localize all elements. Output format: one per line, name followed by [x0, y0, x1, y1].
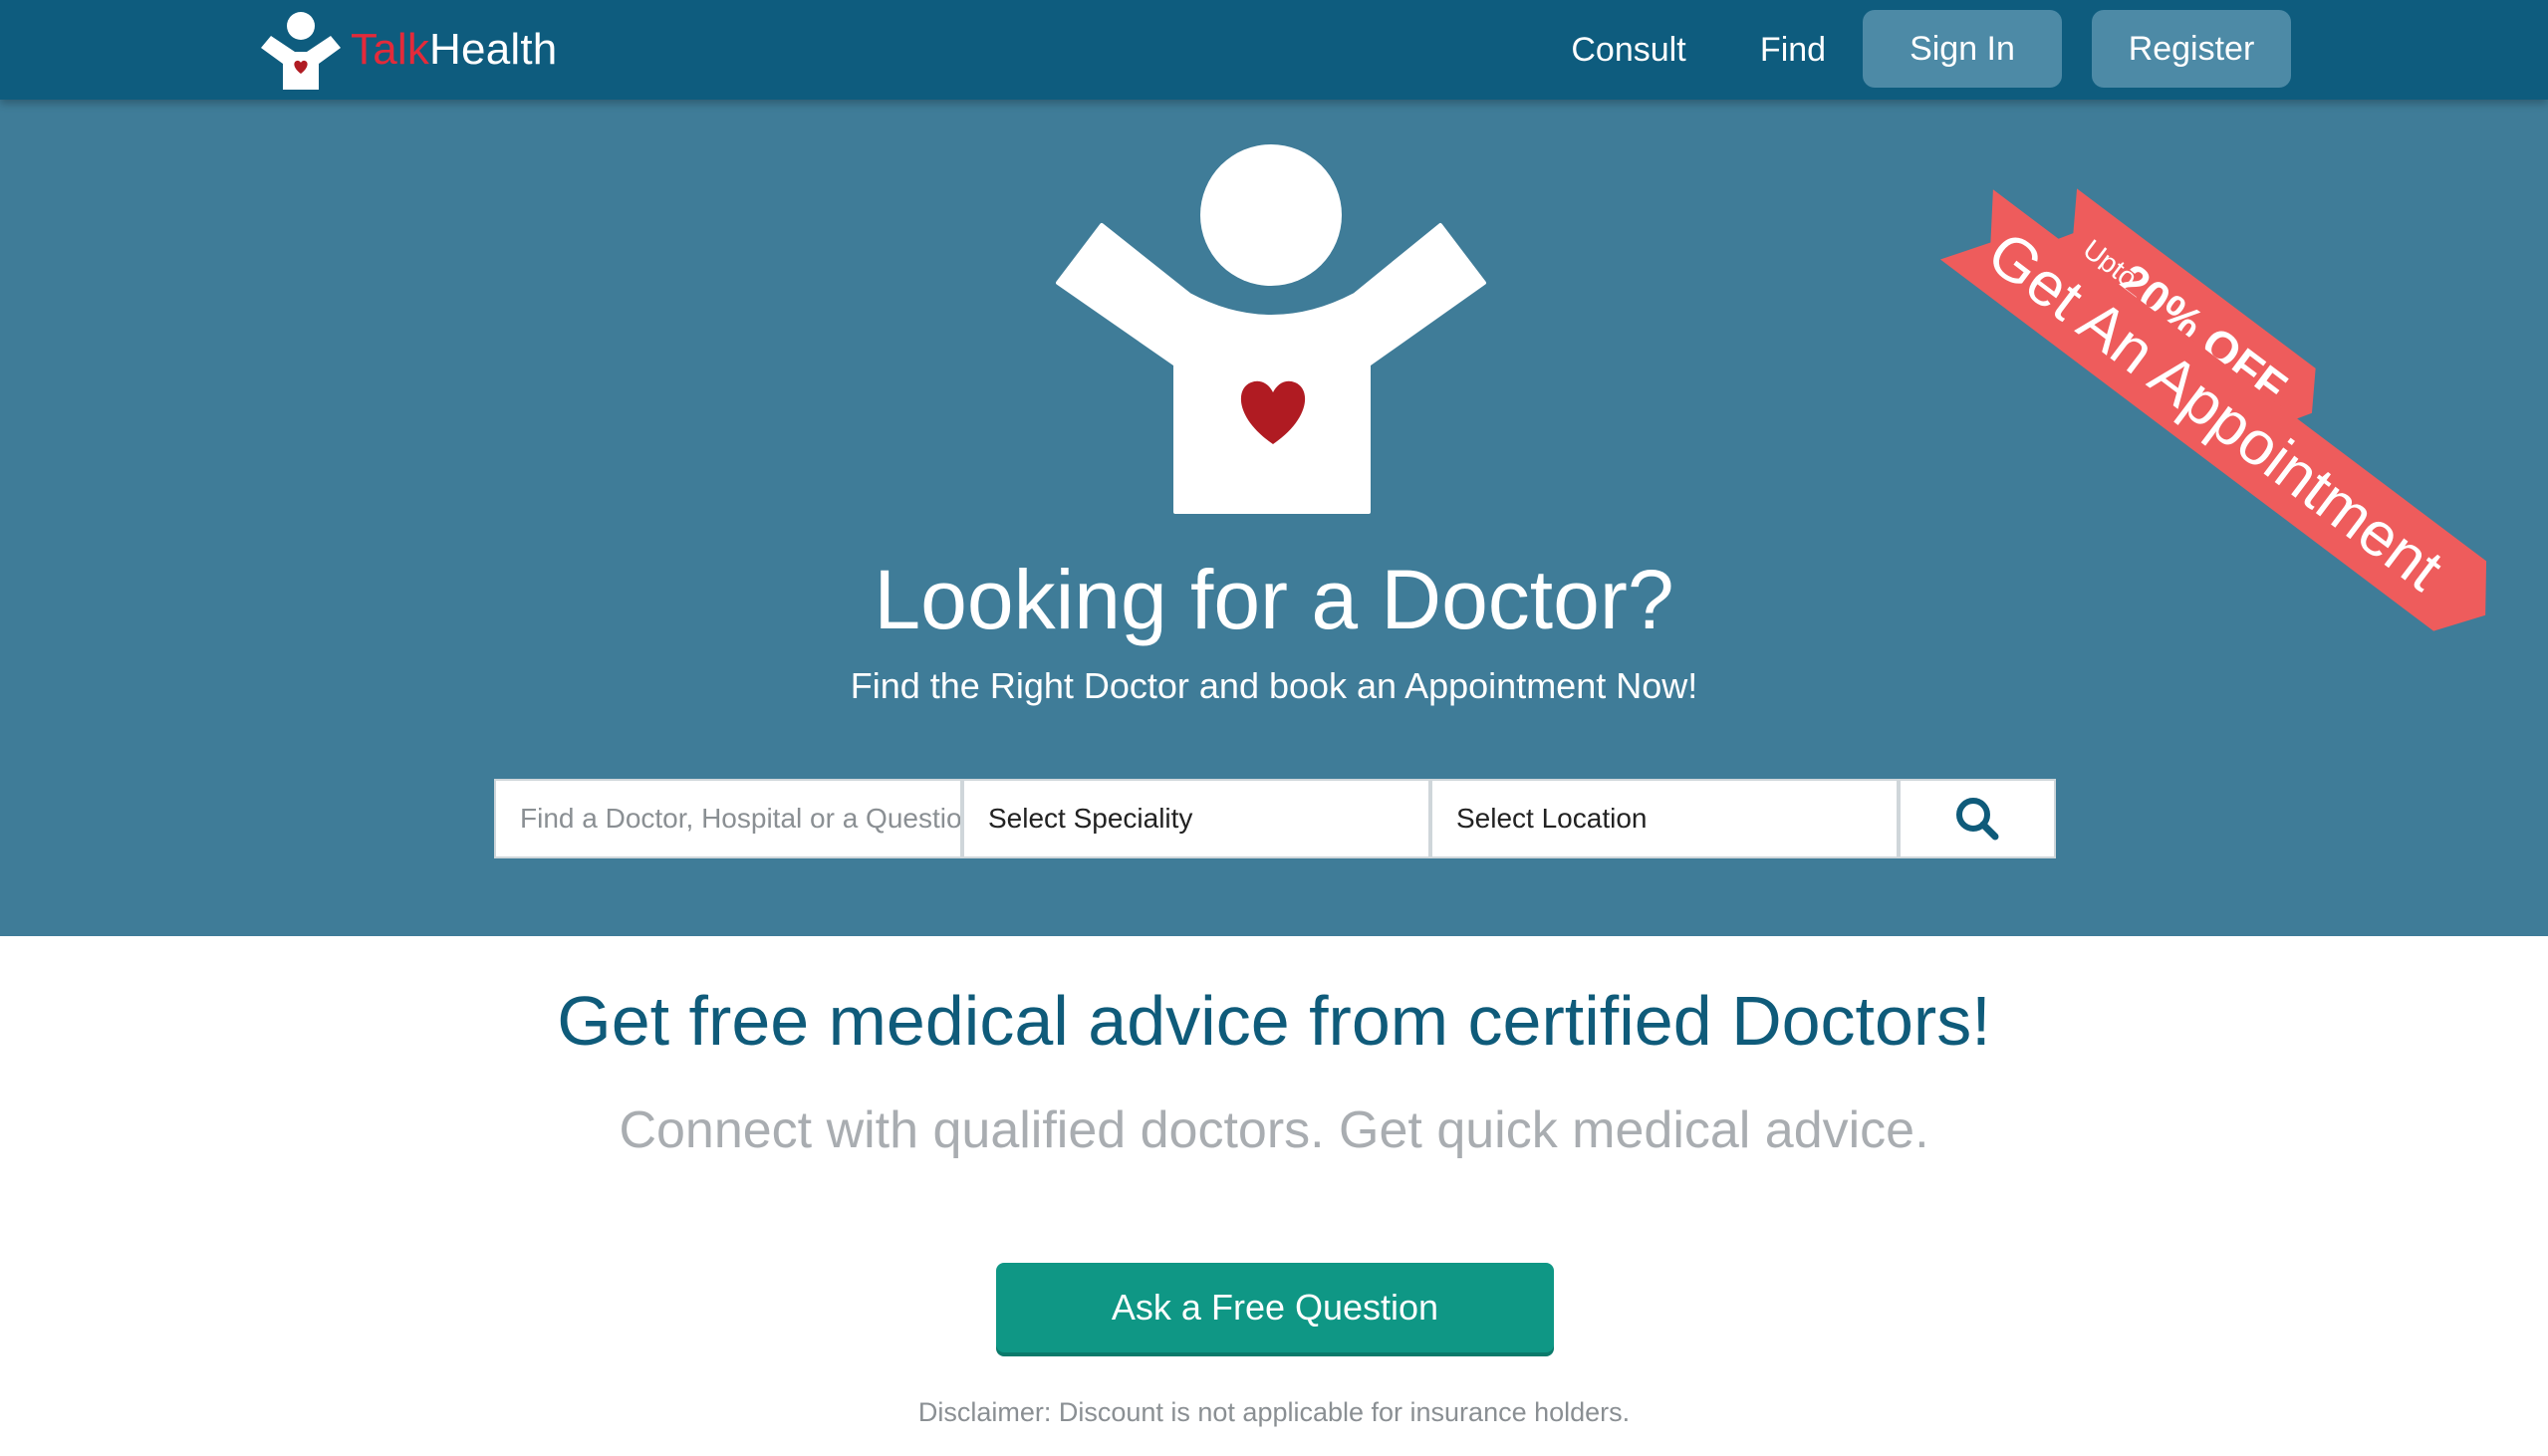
top-navbar: TalkHealth Consult Find Sign In Register	[0, 0, 2548, 100]
nav-find-link[interactable]: Find	[1745, 24, 1841, 76]
brand-name: TalkHealth	[351, 25, 557, 75]
search-button[interactable]	[1899, 779, 2056, 858]
ask-free-question-button[interactable]: Ask a Free Question	[996, 1263, 1554, 1352]
register-button[interactable]: Register	[2092, 10, 2291, 88]
doctor-search-bar: Select Speciality Select Location	[494, 779, 2056, 858]
speciality-select[interactable]: Select Speciality	[962, 779, 1430, 858]
brand-logo-link[interactable]: TalkHealth	[255, 8, 557, 92]
talkhealth-logo-icon	[261, 12, 341, 90]
brand-name-talk: Talk	[351, 25, 430, 74]
person-heart-icon	[1056, 144, 1486, 514]
advice-heading: Get free medical advice from certified D…	[557, 982, 1991, 1060]
hero-section: Looking for a Doctor? Find the Right Doc…	[0, 100, 2548, 936]
location-select[interactable]: Select Location	[1430, 779, 1899, 858]
ribbon-appointment-text: Get An Appointment	[1975, 219, 2455, 605]
brand-name-health: Health	[429, 25, 558, 74]
page: TalkHealth Consult Find Sign In Register…	[0, 0, 2548, 1456]
nav-consult-link[interactable]: Consult	[1554, 24, 1703, 76]
sign-in-button[interactable]: Sign In	[1863, 10, 2062, 88]
discount-disclaimer: Disclaimer: Discount is not applicable f…	[917, 1397, 1631, 1427]
search-icon	[1956, 798, 1999, 841]
appointment-offer-ribbon[interactable]: Upto 20% OFF Get An Appointment	[1922, 159, 2548, 717]
advice-subheading: Connect with qualified doctors. Get quic…	[619, 1101, 1929, 1159]
doctor-search-input[interactable]	[494, 779, 962, 858]
